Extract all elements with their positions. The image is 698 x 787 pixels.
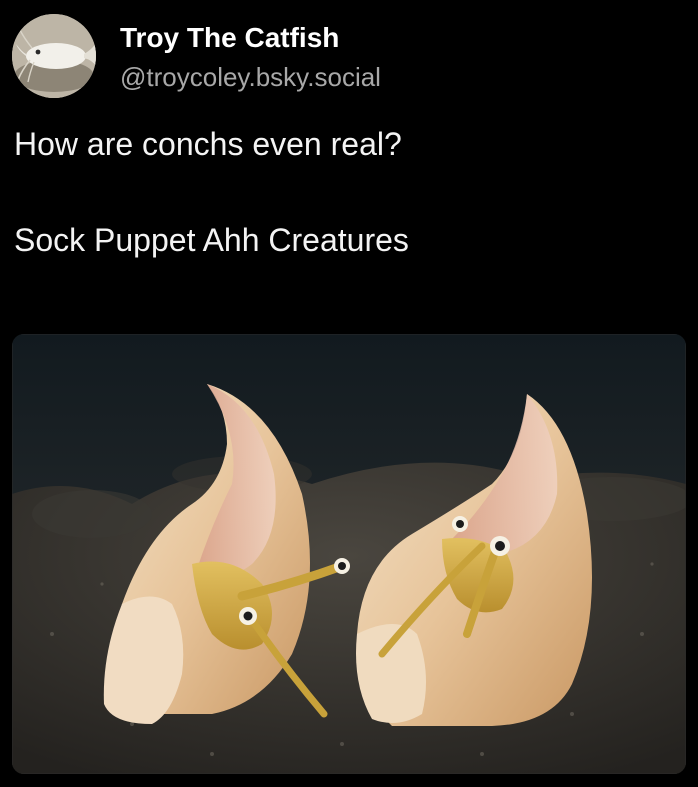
post-header: Troy The Catfish @troycoley.bsky.social [12, 14, 686, 100]
author-display-name[interactable]: Troy The Catfish [120, 22, 339, 54]
post-text-line-2: Sock Puppet Ahh Creatures [14, 222, 409, 258]
catfish-avatar-icon [12, 14, 96, 98]
author-handle[interactable]: @troycoley.bsky.social [120, 62, 381, 93]
post-text-line-1: How are conchs even real? [14, 126, 402, 162]
post-image[interactable] [12, 334, 686, 774]
conch-photo-image [12, 334, 686, 774]
author-avatar[interactable] [12, 14, 96, 98]
